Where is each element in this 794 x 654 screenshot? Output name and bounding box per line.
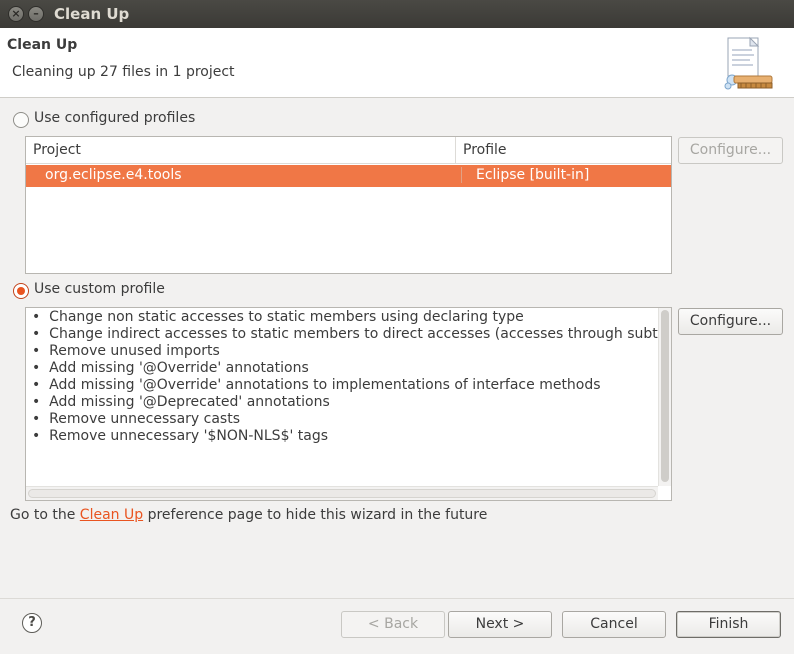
wizard-message: Cleaning up 27 files in 1 project <box>12 64 235 80</box>
list-item: • Remove unnecessary '$NON-NLS$' tags <box>32 428 329 444</box>
configure-profiles-button[interactable]: Configure... <box>678 137 783 164</box>
use-configured-profiles-label[interactable]: Use configured profiles <box>34 110 195 126</box>
help-icon[interactable]: ? <box>22 613 42 633</box>
cancel-button[interactable]: Cancel <box>562 611 666 638</box>
list-item: • Remove unused imports <box>32 343 220 359</box>
list-item: • Add missing '@Deprecated' annotations <box>32 394 330 410</box>
horizontal-scrollbar-thumb[interactable] <box>28 489 656 498</box>
clean-up-wizard-icon <box>724 36 773 90</box>
project-profile-table[interactable]: Project Profile org.eclipse.e4.tools Ecl… <box>25 136 672 274</box>
next-button[interactable]: Next > <box>448 611 552 638</box>
list-item: • Add missing '@Override' annotations <box>32 360 309 376</box>
configure-custom-profile-button[interactable]: Configure... <box>678 308 783 335</box>
list-item: • Change non static accesses to static m… <box>32 309 524 325</box>
clean-up-preference-link[interactable]: Clean Up <box>80 507 143 523</box>
profile-cell: Eclipse [built-in] <box>461 167 589 183</box>
back-button[interactable]: < Back <box>341 611 445 638</box>
minimize-window-icon[interactable]: – <box>28 6 44 22</box>
list-item: • Change indirect accesses to static mem… <box>32 326 672 342</box>
list-item: • Remove unnecessary casts <box>32 411 240 427</box>
column-header-profile[interactable]: Profile <box>456 137 671 164</box>
vertical-scrollbar[interactable] <box>658 308 671 486</box>
button-bar-separator <box>0 598 794 599</box>
list-item: • Add missing '@Override' annotations to… <box>32 377 601 393</box>
window-title: Clean Up <box>54 5 130 23</box>
finish-button[interactable]: Finish <box>676 611 781 638</box>
close-window-icon[interactable]: × <box>8 6 24 22</box>
horizontal-scrollbar[interactable] <box>26 486 658 500</box>
use-custom-profile-label[interactable]: Use custom profile <box>34 281 165 297</box>
custom-profile-summary[interactable]: • Change non static accesses to static m… <box>25 307 672 501</box>
use-configured-profiles-radio[interactable] <box>13 112 29 128</box>
wizard-header: Clean Up Cleaning up 27 files in 1 proje… <box>0 28 794 98</box>
preference-hint: Go to the Clean Up preference page to hi… <box>10 507 488 523</box>
wizard-title: Clean Up <box>7 37 78 53</box>
project-cell: org.eclipse.e4.tools <box>45 167 182 183</box>
use-custom-profile-radio[interactable] <box>13 283 29 299</box>
column-header-project[interactable]: Project <box>26 137 456 164</box>
vertical-scrollbar-thumb[interactable] <box>661 310 669 482</box>
title-bar: × – Clean Up <box>0 0 794 28</box>
table-row[interactable]: org.eclipse.e4.tools Eclipse [built-in] <box>26 165 671 187</box>
